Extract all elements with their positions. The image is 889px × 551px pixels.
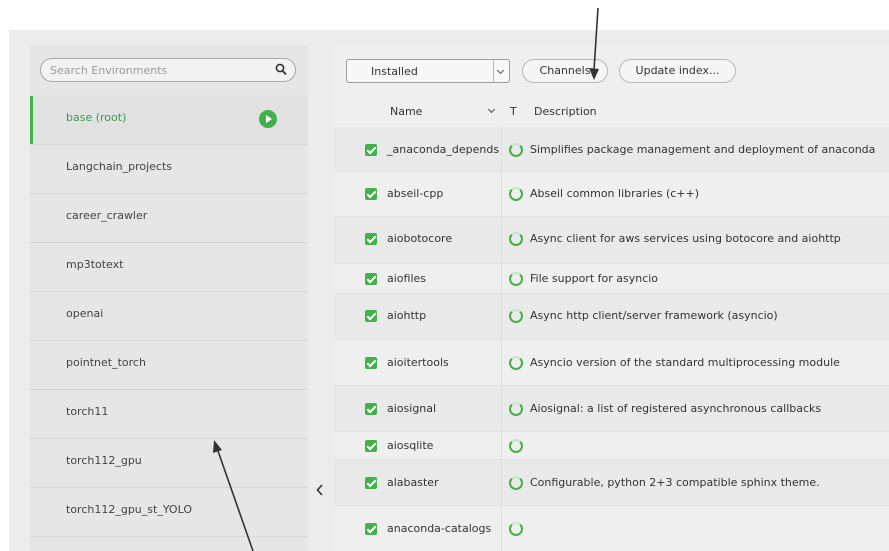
annotation-arrow-environments — [217, 450, 254, 551]
arrow-head-icon — [589, 68, 599, 80]
annotation-arrows — [213, 7, 599, 551]
arrow-head-icon — [213, 440, 222, 453]
annotation-arrow-channels — [593, 7, 599, 71]
